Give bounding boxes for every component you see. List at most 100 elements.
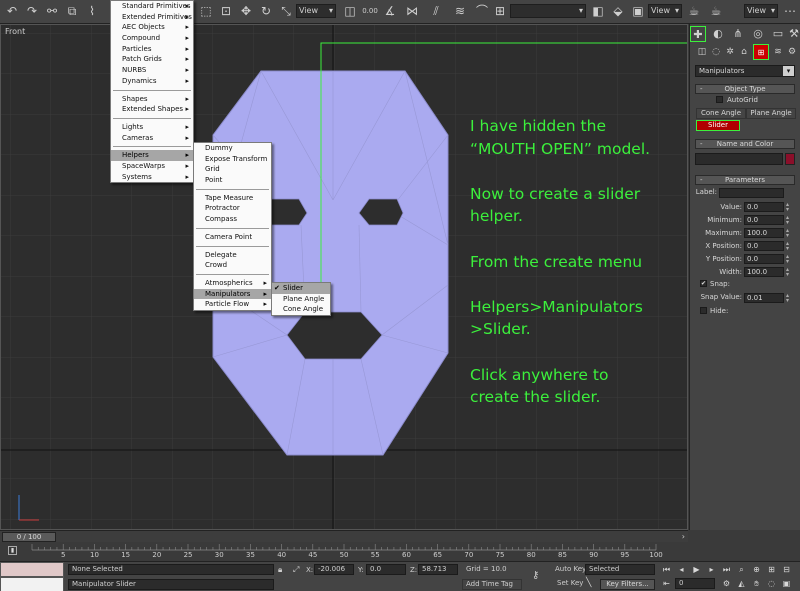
key-filters-button[interactable]: Key Filters... <box>600 579 655 590</box>
zoom-extents-all-icon[interactable]: ⊟ <box>780 564 793 575</box>
snap-value-spinner[interactable]: ▴ ▾ <box>785 293 790 304</box>
redo-icon[interactable]: ↷ <box>24 3 40 19</box>
snap-toggle-icon[interactable]: 0.00 <box>362 3 378 19</box>
next-key-icon[interactable]: ▸ <box>705 564 718 575</box>
helpers-menu-item-camera-point[interactable]: Camera Point <box>194 232 271 243</box>
param-input[interactable]: 0.0 <box>744 241 784 251</box>
create-menu-item-patch-grids[interactable]: Patch Grids <box>111 54 193 65</box>
next-frame-icon[interactable]: › <box>682 532 685 541</box>
cone-angle-button[interactable]: Cone Angle <box>696 108 746 119</box>
y-coord-field[interactable]: 0.0 <box>366 564 406 575</box>
play-icon[interactable]: ▶ <box>690 564 703 575</box>
named-selection-dropdown[interactable] <box>510 4 586 18</box>
utilities-tab-icon[interactable]: ⚒ <box>786 26 800 42</box>
plane-angle-button[interactable]: Plane Angle <box>746 108 796 119</box>
render-type-dropdown[interactable]: View <box>648 4 682 18</box>
view-dropdown[interactable]: View <box>744 4 778 18</box>
slider-label-input[interactable] <box>719 188 784 198</box>
category-dropdown[interactable]: Manipulators ▾ <box>695 65 795 77</box>
time-slider[interactable]: 0 / 100 › <box>0 530 688 542</box>
viewport-label[interactable]: Front <box>5 27 25 36</box>
create-menu-item-cameras[interactable]: Cameras <box>111 133 193 144</box>
parameters-rollout[interactable]: Parameters <box>695 175 795 185</box>
toolbar-overflow-icon[interactable]: ⋯ <box>782 3 798 19</box>
field-of-view-icon[interactable]: ◭ <box>735 578 748 589</box>
maximize-viewport-icon[interactable]: ▣ <box>780 578 793 589</box>
modify-tab-icon[interactable]: ◐ <box>710 26 726 42</box>
display-tab-icon[interactable]: ▭ <box>770 26 786 42</box>
param-input[interactable]: 0.0 <box>744 254 784 264</box>
key-selection-dropdown[interactable]: Selected <box>585 564 655 575</box>
scale-icon[interactable]: ⤡ <box>278 3 294 19</box>
hierarchy-tab-icon[interactable]: ⋔ <box>730 26 746 42</box>
param-spinner-icon[interactable]: ▴ ▾ <box>785 202 790 213</box>
lock-selection-icon[interactable]: 🔒︎ <box>278 565 282 575</box>
region-select-icon[interactable]: ⬚ <box>198 3 214 19</box>
helpers-menu-item-atmospherics[interactable]: Atmospherics <box>194 278 271 289</box>
key-mode-toggle-icon[interactable]: ⇤ <box>660 578 673 589</box>
unlink-icon[interactable]: ⧉ <box>64 3 80 19</box>
create-menu-item-helpers[interactable]: Helpers <box>111 150 193 161</box>
helpers-menu-item-tape-measure[interactable]: Tape Measure <box>194 193 271 204</box>
time-config-icon[interactable]: ⚙ <box>720 578 733 589</box>
mirror-icon[interactable]: ⋈ <box>404 3 420 19</box>
helpers-category-icon[interactable]: ⊞ <box>753 44 769 60</box>
create-menu-item-extended-shapes[interactable]: Extended Shapes <box>111 104 193 115</box>
snap-checkbox[interactable]: ✔ <box>700 280 707 287</box>
helpers-menu-item-grid[interactable]: Grid <box>194 164 271 175</box>
helpers-menu-item-particle-flow[interactable]: Particle Flow <box>194 299 271 310</box>
current-frame-field[interactable]: 0 <box>675 578 715 589</box>
go-to-end-icon[interactable]: ⏭ <box>720 564 733 575</box>
angle-snap-icon[interactable]: ∡ <box>382 3 398 19</box>
track-bar[interactable]: ▮ 5 10 15 20 25 30 35 40 45 50 55 60 65 70 75 80 85 90 95 1… <box>0 542 688 561</box>
time-slider-thumb[interactable]: 0 / 100 <box>2 532 56 542</box>
cameras-icon[interactable]: ⌂ <box>736 44 752 60</box>
helpers-menu-item-dummy[interactable]: Dummy <box>194 143 271 154</box>
manipulators-menu-item-plane-angle[interactable]: Plane Angle <box>272 294 330 305</box>
bind-spacewarp-icon[interactable]: ⌇ <box>84 3 100 19</box>
link-icon[interactable]: ⚯ <box>44 3 60 19</box>
zoom-extents-icon[interactable]: ⊞ <box>765 564 778 575</box>
align-icon[interactable]: ⫽ <box>428 3 444 19</box>
maxscript-listener-white[interactable] <box>0 577 64 591</box>
maxscript-listener-pink[interactable] <box>0 562 64 577</box>
set-key-button[interactable]: Set Key <box>557 579 583 587</box>
quick-render-icon[interactable]: ☕ <box>708 3 724 19</box>
create-menu-item-particles[interactable]: Particles <box>111 44 193 55</box>
chevron-down-icon[interactable]: ▾ <box>783 66 794 76</box>
object-name-field[interactable] <box>695 153 783 165</box>
window-crossing-icon[interactable]: ⊡ <box>218 3 234 19</box>
create-menu-item-lights[interactable]: Lights <box>111 122 193 133</box>
create-menu-item-nurbs[interactable]: NURBS <box>111 65 193 76</box>
material-editor-icon[interactable]: ◧ <box>590 3 606 19</box>
helpers-menu-item-manipulators[interactable]: Manipulators <box>194 288 271 300</box>
create-menu-item-compound[interactable]: Compound <box>111 33 193 44</box>
name-color-rollout[interactable]: Name and Color <box>695 139 795 149</box>
param-input[interactable]: 100.0 <box>744 267 784 277</box>
render-teapot-icon[interactable]: ☕ <box>686 3 702 19</box>
pivot-center-icon[interactable]: ◫ <box>342 3 358 19</box>
set-key-icon[interactable]: ╲ <box>586 578 591 588</box>
rotate-icon[interactable]: ↻ <box>258 3 274 19</box>
orbit-icon[interactable]: ◌ <box>765 578 778 589</box>
helpers-menu-item-point[interactable]: Point <box>194 175 271 186</box>
go-to-start-icon[interactable]: ⏮ <box>660 564 673 575</box>
add-time-tag-button[interactable]: Add Time Tag <box>462 579 522 590</box>
absolute-mode-icon[interactable]: ⤢ <box>293 565 299 575</box>
zoom-all-icon[interactable]: ⊕ <box>750 564 763 575</box>
create-menu-item-dynamics[interactable]: Dynamics <box>111 76 193 87</box>
object-type-rollout[interactable]: Object Type <box>695 84 795 94</box>
render-setup-icon[interactable]: ⬙ <box>610 3 626 19</box>
param-spinner-icon[interactable]: ▴ ▾ <box>785 215 790 226</box>
helpers-menu-item-delegate[interactable]: Delegate <box>194 250 271 261</box>
object-color-swatch[interactable] <box>785 153 795 165</box>
param-input[interactable]: 0.0 <box>744 215 784 225</box>
helpers-menu-item-protractor[interactable]: Protractor <box>194 203 271 214</box>
create-menu-item-spacewarps[interactable]: SpaceWarps <box>111 161 193 172</box>
schematic-icon[interactable]: ⊞ <box>492 3 508 19</box>
motion-tab-icon[interactable]: ◎ <box>750 26 766 42</box>
track-menu-icon[interactable]: ▮ <box>8 546 17 555</box>
create-menu-item-standard-primitives[interactable]: Standard Primitives <box>111 1 193 12</box>
helpers-menu-item-crowd[interactable]: Crowd <box>194 260 271 271</box>
slider-button[interactable]: Slider <box>696 120 740 131</box>
